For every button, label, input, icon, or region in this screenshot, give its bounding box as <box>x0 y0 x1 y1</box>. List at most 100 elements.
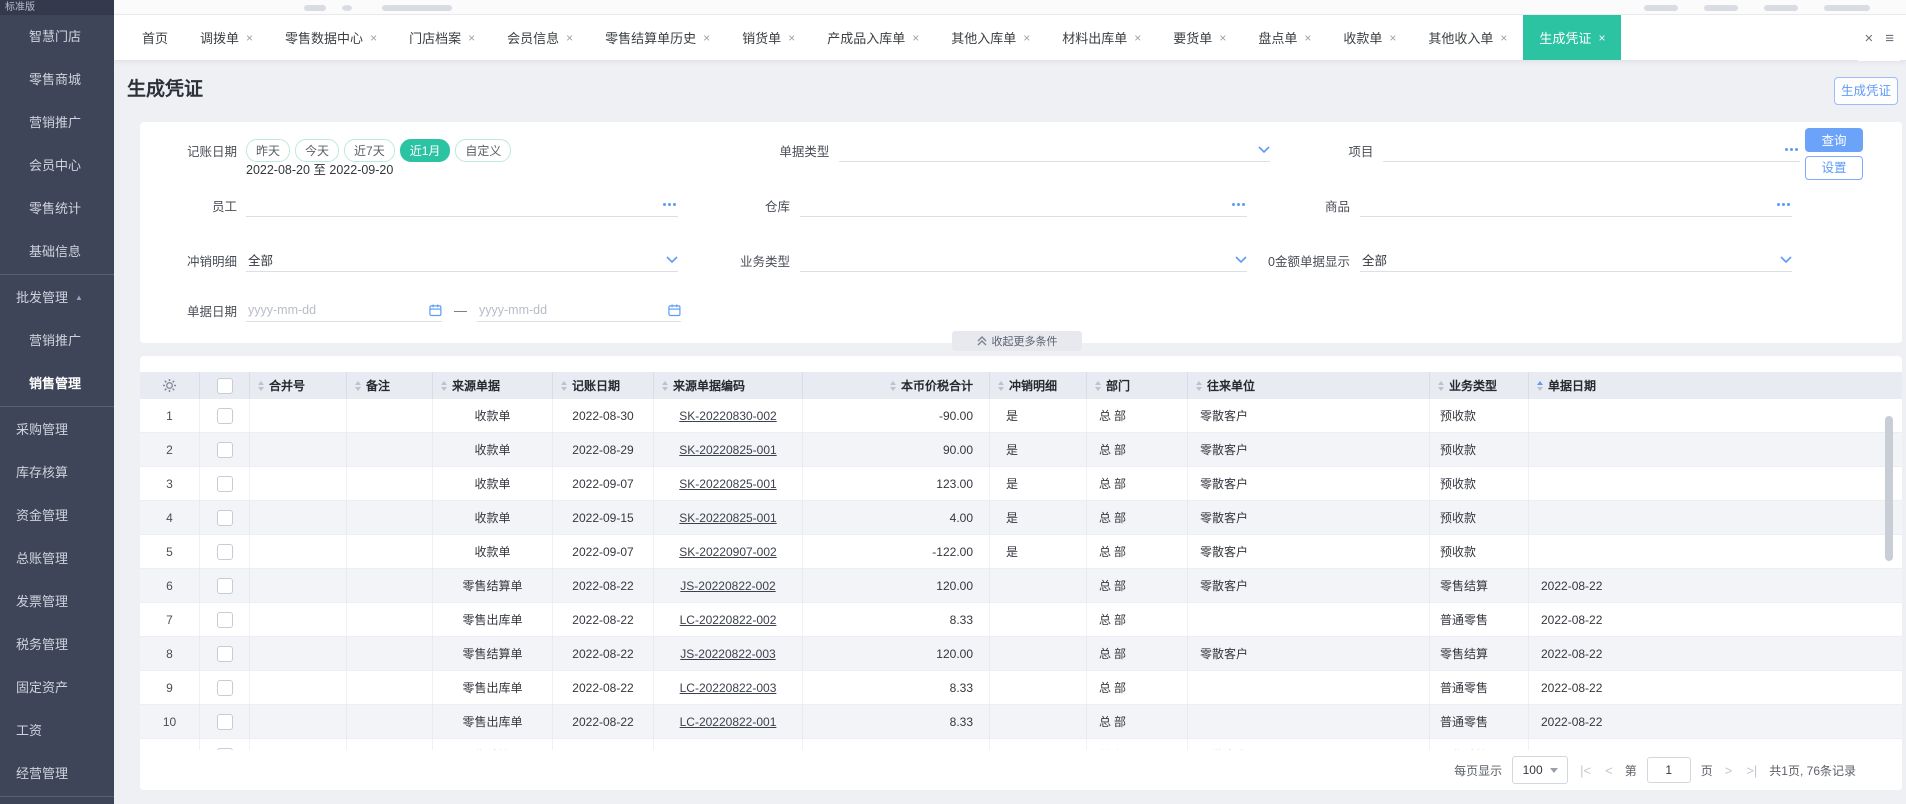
row-checkbox[interactable] <box>216 679 233 696</box>
tab-生成凭证[interactable]: 生成凭证 × <box>1523 15 1622 60</box>
tab-close-icon[interactable]: × <box>912 31 919 45</box>
sort-icon[interactable] <box>441 380 447 391</box>
chevron-down-icon[interactable] <box>1235 255 1247 264</box>
sort-icon[interactable] <box>561 380 567 391</box>
column-header-部门[interactable]: 部门 <box>1087 372 1188 399</box>
tab-零售结算单历史[interactable]: 零售结算单历史 × <box>589 15 726 60</box>
tab-收款单[interactable]: 收款单 × <box>1327 15 1412 60</box>
source-doc-code-link[interactable]: SK-20220825-001 <box>679 477 776 491</box>
sidebar-item[interactable]: 采购管理 <box>0 408 114 451</box>
sidebar-item[interactable]: 工资 <box>0 709 114 752</box>
doc-date-to-input[interactable] <box>477 298 681 322</box>
calendar-icon[interactable] <box>429 303 442 317</box>
sort-icon[interactable] <box>258 380 264 391</box>
source-doc-code-link[interactable]: SK-20220907-002 <box>679 545 776 559</box>
collapse-conditions-bar[interactable]: 收起更多条件 <box>952 331 1082 351</box>
tab-close-icon[interactable]: × <box>1598 31 1605 45</box>
tab-要货单[interactable]: 要货单 × <box>1157 15 1242 60</box>
project-picker[interactable] <box>1383 138 1800 162</box>
query-button[interactable]: 查询 <box>1805 128 1863 152</box>
tab-其他收入单[interactable]: 其他收入单 × <box>1412 15 1523 60</box>
sort-icon[interactable] <box>1095 380 1101 391</box>
sidebar-item[interactable]: 发票管理 <box>0 580 114 623</box>
generate-voucher-button[interactable]: 生成凭证 <box>1834 77 1898 105</box>
tab-close-icon[interactable]: × <box>788 31 795 45</box>
select-all-checkbox[interactable] <box>216 377 233 394</box>
sort-icon[interactable] <box>355 380 361 391</box>
prev-page-button[interactable]: < <box>1603 763 1615 778</box>
tab-close-icon[interactable]: × <box>1389 31 1396 45</box>
sidebar-item[interactable]: 总账管理 <box>0 537 114 580</box>
employee-picker[interactable] <box>246 193 678 217</box>
tab-close-icon[interactable]: × <box>703 31 710 45</box>
vertical-scrollbar[interactable] <box>1885 416 1893 561</box>
doc-date-to-field[interactable] <box>477 301 669 318</box>
tab-调拨单[interactable]: 调拨单 × <box>184 15 269 60</box>
column-header-业务类型[interactable]: 业务类型 <box>1430 372 1529 399</box>
ellipsis-picker-icon[interactable] <box>663 203 676 206</box>
column-header-备注[interactable]: 备注 <box>347 372 433 399</box>
source-doc-code-link[interactable]: SK-20220825-001 <box>679 511 776 525</box>
tab-close-icon[interactable]: × <box>370 31 377 45</box>
source-doc-code-link[interactable]: JS-20220822-003 <box>680 647 775 661</box>
sort-icon[interactable] <box>998 380 1004 391</box>
per-page-select[interactable]: 100 <box>1512 756 1569 784</box>
next-page-button[interactable]: > <box>1723 763 1735 778</box>
column-settings-gear[interactable] <box>140 372 200 399</box>
sidebar-item[interactable]: 税务管理 <box>0 623 114 666</box>
tab-close-icon[interactable]: × <box>1304 31 1311 45</box>
warehouse-picker[interactable] <box>800 193 1247 217</box>
ellipsis-picker-icon[interactable] <box>1785 148 1798 151</box>
tab-close-icon[interactable]: × <box>1023 31 1030 45</box>
doc-date-from-field[interactable] <box>246 301 430 318</box>
settings-button[interactable]: 设置 <box>1805 156 1863 180</box>
row-checkbox[interactable] <box>216 441 233 458</box>
tab-首页[interactable]: 首页 <box>126 15 184 60</box>
sort-icon[interactable] <box>1438 380 1444 391</box>
tab-销货单[interactable]: 销货单 × <box>726 15 811 60</box>
source-doc-code-link[interactable]: LC-20220822-001 <box>680 715 777 729</box>
sidebar-item[interactable]: 基础信息 <box>0 230 114 273</box>
tab-close-icon[interactable]: × <box>566 31 573 45</box>
doc-type-select[interactable] <box>839 138 1271 162</box>
date-pill-自定义[interactable]: 自定义 <box>455 138 512 162</box>
sidebar-item[interactable]: 库存核算 <box>0 451 114 494</box>
column-header-合并号[interactable]: 合并号 <box>250 372 347 399</box>
sidebar-item[interactable]: 固定资产 <box>0 666 114 709</box>
writeoff-detail-select[interactable]: 全部 <box>246 248 678 272</box>
date-pill-近1月[interactable]: 近1月 <box>399 138 451 162</box>
row-checkbox[interactable] <box>216 509 233 526</box>
sidebar-item[interactable]: 零售统计 <box>0 187 114 230</box>
row-checkbox[interactable] <box>216 407 233 424</box>
tab-close-icon[interactable]: × <box>1500 31 1507 45</box>
collapse-arrow-icon[interactable]: ▲ <box>75 293 83 302</box>
first-page-button[interactable]: |< <box>1578 763 1593 778</box>
column-header-冲销明细[interactable]: 冲销明细 <box>990 372 1087 399</box>
column-header-单据日期[interactable]: 单据日期 <box>1529 372 1902 399</box>
tab-close-icon[interactable]: × <box>246 31 253 45</box>
column-header-本币价税合计[interactable]: 本币价税合计 <box>803 372 990 399</box>
column-header-来源单据[interactable]: 来源单据 <box>433 372 553 399</box>
page-number-input[interactable] <box>1646 757 1691 783</box>
doc-date-from-input[interactable] <box>246 298 442 322</box>
last-page-button[interactable]: >| <box>1744 763 1759 778</box>
tab-list-menu-icon[interactable]: ≡ <box>1885 30 1894 47</box>
row-checkbox[interactable] <box>216 713 233 730</box>
sidebar-item[interactable]: 批发管理 ▲ <box>0 276 114 319</box>
sidebar-item[interactable]: 资金管理 <box>0 494 114 537</box>
column-header-来源单据编码[interactable]: 来源单据编码 <box>654 372 803 399</box>
chevron-down-icon[interactable] <box>666 255 678 264</box>
sidebar-item[interactable]: 营销推广 <box>0 319 114 362</box>
source-doc-code-link[interactable]: JS-20220822-002 <box>680 579 775 593</box>
tab-close-icon[interactable]: × <box>1134 31 1141 45</box>
sidebar-item[interactable]: 会员中心 <box>0 144 114 187</box>
source-doc-code-link[interactable]: LC-20220822-002 <box>680 613 777 627</box>
row-checkbox[interactable] <box>216 611 233 628</box>
row-checkbox[interactable] <box>216 475 233 492</box>
tab-产成品入库单[interactable]: 产成品入库单 × <box>811 15 935 60</box>
sidebar-item[interactable]: 销售管理 <box>0 362 114 405</box>
column-header-往来单位[interactable]: 往来单位 <box>1188 372 1430 399</box>
row-checkbox[interactable] <box>216 577 233 594</box>
zero-amount-select[interactable]: 全部 <box>1360 248 1792 272</box>
column-header-记账日期[interactable]: 记账日期 <box>553 372 654 399</box>
